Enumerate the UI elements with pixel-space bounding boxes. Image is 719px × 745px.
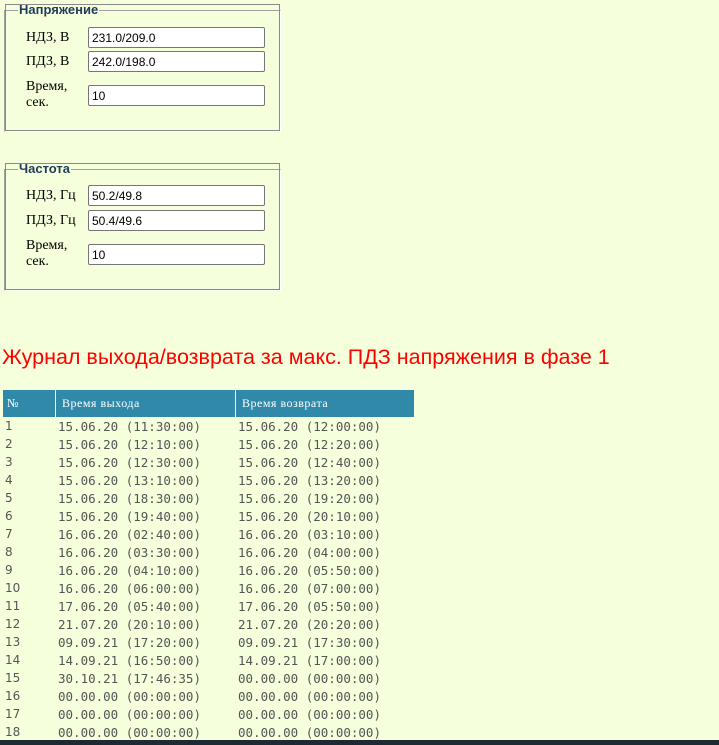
table-row: 14 14.09.21 (16:50:00) 14.09.21 (17:00:00) bbox=[3, 651, 414, 669]
cell-exit-time: 21.07.20 (20:10:00) bbox=[58, 616, 201, 632]
bottom-scrollbar-edge bbox=[0, 740, 719, 745]
cell-return-time: 16.06.20 (03:10:00) bbox=[238, 526, 381, 542]
cell-return-time: 21.07.20 (20:20:00) bbox=[238, 616, 381, 632]
column-header-return-time[interactable]: Время возврата bbox=[236, 390, 414, 417]
cell-exit-time: 30.10.21 (17:46:35) bbox=[58, 670, 201, 686]
frequency-time-input[interactable] bbox=[88, 244, 265, 265]
cell-return-time: 16.06.20 (05:50:00) bbox=[238, 562, 381, 578]
voltage-time-input[interactable] bbox=[88, 85, 265, 106]
voltage-pdz-label: ПДЗ, В bbox=[26, 54, 70, 69]
frequency-legend: Частота bbox=[19, 161, 71, 176]
table-row: 7 16.06.20 (02:40:00) 16.06.20 (03:10:00) bbox=[3, 525, 414, 543]
frequency-ndz-input[interactable] bbox=[88, 185, 265, 206]
table-row: 15 30.10.21 (17:46:35) 00.00.00 (00:00:00) bbox=[3, 669, 414, 687]
cell-return-time: 15.06.20 (20:10:00) bbox=[238, 508, 381, 524]
table-row: 16 00.00.00 (00:00:00) 00.00.00 (00:00:00) bbox=[3, 687, 414, 705]
cell-exit-time: 00.00.00 (00:00:00) bbox=[58, 724, 201, 740]
table-row: 6 15.06.20 (19:40:00) 15.06.20 (20:10:00) bbox=[3, 507, 414, 525]
table-row: 4 15.06.20 (13:10:00) 15.06.20 (13:20:00) bbox=[3, 471, 414, 489]
cell-number: 10 bbox=[5, 581, 21, 595]
frequency-time-label-line1: Время, bbox=[26, 238, 68, 253]
cell-return-time: 17.06.20 (05:50:00) bbox=[238, 598, 381, 614]
cell-return-time: 15.06.20 (12:00:00) bbox=[238, 418, 381, 434]
cell-number: 9 bbox=[5, 563, 13, 577]
cell-exit-time: 00.00.00 (00:00:00) bbox=[58, 706, 201, 722]
table-row: 12 21.07.20 (20:10:00) 21.07.20 (20:20:00) bbox=[3, 615, 414, 633]
voltage-ndz-input[interactable] bbox=[88, 27, 265, 48]
cell-return-time: 09.09.21 (17:30:00) bbox=[238, 634, 381, 650]
cell-number: 11 bbox=[5, 599, 21, 613]
cell-exit-time: 16.06.20 (03:30:00) bbox=[58, 544, 201, 560]
journal-header-row: № Время выхода Время возврата bbox=[3, 390, 414, 417]
cell-exit-time: 16.06.20 (06:00:00) bbox=[58, 580, 201, 596]
cell-number: 12 bbox=[5, 617, 21, 631]
cell-number: 16 bbox=[5, 689, 21, 703]
cell-return-time: 15.06.20 (19:20:00) bbox=[238, 490, 381, 506]
voltage-time-label-line1: Время, bbox=[26, 79, 68, 94]
column-header-number[interactable]: № bbox=[3, 390, 56, 417]
cell-number: 18 bbox=[5, 725, 21, 739]
voltage-pdz-input[interactable] bbox=[88, 51, 265, 72]
page: Напряжение НДЗ, В ПДЗ, В Время, сек. Час… bbox=[0, 0, 719, 745]
table-row: 8 16.06.20 (03:30:00) 16.06.20 (04:00:00) bbox=[3, 543, 414, 561]
cell-number: 8 bbox=[5, 545, 13, 559]
cell-return-time: 15.06.20 (12:20:00) bbox=[238, 436, 381, 452]
journal-table: № Время выхода Время возврата 1 15.06.20 … bbox=[3, 390, 414, 741]
cell-number: 7 bbox=[5, 527, 13, 541]
cell-number: 13 bbox=[5, 635, 21, 649]
table-row: 5 15.06.20 (18:30:00) 15.06.20 (19:20:00) bbox=[3, 489, 414, 507]
cell-return-time: 15.06.20 (13:20:00) bbox=[238, 472, 381, 488]
voltage-legend: Напряжение bbox=[19, 2, 99, 17]
cell-return-time: 00.00.00 (00:00:00) bbox=[238, 706, 381, 722]
cell-exit-time: 15.06.20 (12:10:00) bbox=[58, 436, 201, 452]
cell-number: 14 bbox=[5, 653, 21, 667]
cell-number: 3 bbox=[5, 455, 13, 469]
cell-exit-time: 09.09.21 (17:20:00) bbox=[58, 634, 201, 650]
cell-number: 4 bbox=[5, 473, 13, 487]
table-row: 2 15.06.20 (12:10:00) 15.06.20 (12:20:00) bbox=[3, 435, 414, 453]
cell-number: 15 bbox=[5, 671, 21, 685]
cell-exit-time: 16.06.20 (02:40:00) bbox=[58, 526, 201, 542]
cell-return-time: 15.06.20 (12:40:00) bbox=[238, 454, 381, 470]
cell-number: 2 bbox=[5, 437, 13, 451]
cell-return-time: 16.06.20 (04:00:00) bbox=[238, 544, 381, 560]
cell-number: 5 bbox=[5, 491, 13, 505]
frequency-ndz-label: НДЗ, Гц bbox=[26, 188, 76, 203]
frequency-time-label: Время, сек. bbox=[26, 238, 86, 270]
column-header-exit-time[interactable]: Время выхода bbox=[56, 390, 236, 417]
voltage-time-label-line2: сек. bbox=[26, 95, 49, 110]
table-row: 10 16.06.20 (06:00:00) 16.06.20 (07:00:00) bbox=[3, 579, 414, 597]
cell-exit-time: 15.06.20 (11:30:00) bbox=[58, 418, 201, 434]
cell-number: 17 bbox=[5, 707, 21, 721]
table-row: 9 16.06.20 (04:10:00) 16.06.20 (05:50:00) bbox=[3, 561, 414, 579]
voltage-ndz-label: НДЗ, В bbox=[26, 30, 70, 45]
cell-number: 6 bbox=[5, 509, 13, 523]
cell-return-time: 00.00.00 (00:00:00) bbox=[238, 724, 381, 740]
table-row: 11 17.06.20 (05:40:00) 17.06.20 (05:50:00) bbox=[3, 597, 414, 615]
journal-body: 1 15.06.20 (11:30:00) 15.06.20 (12:00:00) 2… bbox=[3, 417, 414, 741]
frequency-pdz-input[interactable] bbox=[88, 210, 265, 231]
cell-number: 1 bbox=[5, 419, 13, 433]
voltage-time-label: Время, сек. bbox=[26, 79, 86, 111]
frequency-pdz-label: ПДЗ, Гц bbox=[26, 213, 76, 228]
table-row: 18 00.00.00 (00:00:00) 00.00.00 (00:00:00) bbox=[3, 723, 414, 741]
table-row: 13 09.09.21 (17:20:00) 09.09.21 (17:30:00) bbox=[3, 633, 414, 651]
cell-exit-time: 15.06.20 (19:40:00) bbox=[58, 508, 201, 524]
cell-return-time: 00.00.00 (00:00:00) bbox=[238, 670, 381, 686]
cell-exit-time: 00.00.00 (00:00:00) bbox=[58, 688, 201, 704]
frequency-time-label-line2: сек. bbox=[26, 254, 49, 269]
cell-return-time: 16.06.20 (07:00:00) bbox=[238, 580, 381, 596]
cell-return-time: 14.09.21 (17:00:00) bbox=[238, 652, 381, 668]
journal-title: Журнал выхода/возврата за макс. ПДЗ напр… bbox=[2, 345, 610, 369]
cell-return-time: 00.00.00 (00:00:00) bbox=[238, 688, 381, 704]
cell-exit-time: 17.06.20 (05:40:00) bbox=[58, 598, 201, 614]
table-row: 1 15.06.20 (11:30:00) 15.06.20 (12:00:00) bbox=[3, 417, 414, 435]
table-row: 3 15.06.20 (12:30:00) 15.06.20 (12:40:00) bbox=[3, 453, 414, 471]
cell-exit-time: 15.06.20 (18:30:00) bbox=[58, 490, 201, 506]
cell-exit-time: 16.06.20 (04:10:00) bbox=[58, 562, 201, 578]
cell-exit-time: 15.06.20 (12:30:00) bbox=[58, 454, 201, 470]
cell-exit-time: 15.06.20 (13:10:00) bbox=[58, 472, 201, 488]
table-row: 17 00.00.00 (00:00:00) 00.00.00 (00:00:00) bbox=[3, 705, 414, 723]
cell-exit-time: 14.09.21 (16:50:00) bbox=[58, 652, 201, 668]
